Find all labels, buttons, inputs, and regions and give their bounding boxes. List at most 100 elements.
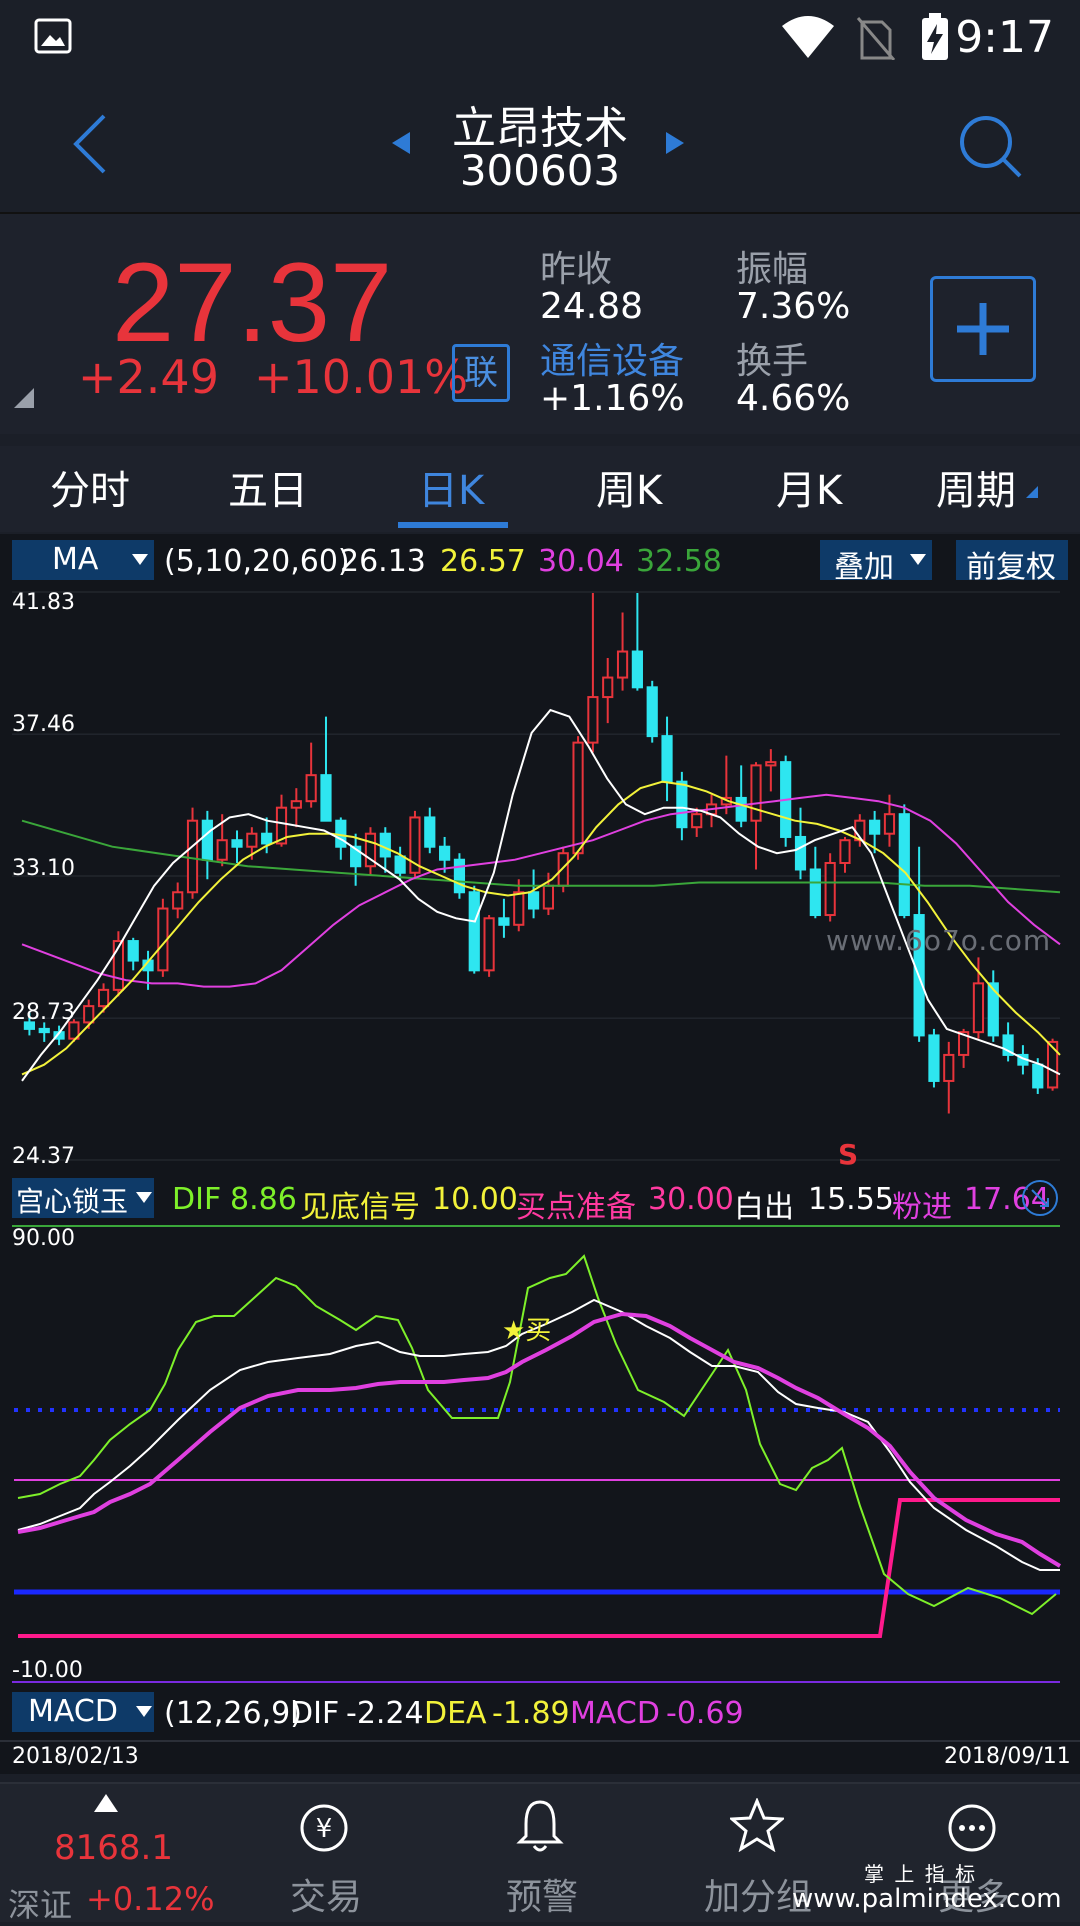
candle bbox=[839, 836, 851, 873]
tab-daily-k[interactable]: 日K bbox=[418, 458, 484, 516]
candle-body bbox=[172, 891, 184, 910]
price-axis-max: 41.83 bbox=[12, 590, 75, 615]
amplitude-label: 振幅 bbox=[736, 249, 809, 290]
chevron-down-icon bbox=[910, 554, 926, 565]
macd-dif-label: DIF bbox=[290, 1696, 340, 1731]
candle-body bbox=[676, 780, 688, 829]
candle bbox=[290, 788, 302, 828]
price-axis-t4: 28.73 bbox=[12, 1000, 75, 1025]
candle-body bbox=[468, 891, 480, 972]
candle bbox=[468, 885, 480, 974]
tab-weekly-k[interactable]: 周K bbox=[596, 458, 662, 516]
candle bbox=[394, 846, 406, 880]
price-axis-min: 24.37 bbox=[12, 1144, 75, 1169]
battery-charging-icon bbox=[922, 13, 948, 60]
tab-monthly-k[interactable]: 月K bbox=[776, 458, 842, 516]
status-bar: 9:17 bbox=[0, 0, 1080, 80]
period-dropdown-icon bbox=[1026, 486, 1038, 498]
candle-body bbox=[424, 816, 436, 848]
indicator-selector[interactable]: 宫心锁玉 bbox=[12, 1178, 154, 1218]
candle-body bbox=[201, 819, 213, 861]
adjust-button[interactable]: 前复权 bbox=[956, 540, 1068, 585]
overlay-label: 叠加 bbox=[834, 550, 894, 585]
expand-icon[interactable] bbox=[1020, 1178, 1060, 1218]
candle-body bbox=[691, 813, 703, 829]
nav-trade[interactable]: ¥ 交易 bbox=[260, 1784, 388, 1920]
overlay-button[interactable]: 叠加 bbox=[820, 540, 932, 585]
ind-bottom-label: 见底信号 bbox=[300, 1190, 420, 1225]
candle-body bbox=[1046, 1040, 1059, 1089]
candle-body bbox=[735, 796, 747, 822]
more-icon bbox=[948, 1804, 996, 1852]
candle bbox=[513, 879, 525, 932]
bell-icon bbox=[516, 1800, 564, 1852]
candle-body bbox=[513, 891, 525, 926]
candle-body bbox=[97, 988, 110, 1008]
indicator-selector-label: 宫心锁玉 bbox=[16, 1185, 129, 1218]
turnover-label: 换手 bbox=[736, 341, 809, 382]
add-watchlist-button[interactable] bbox=[930, 276, 1036, 382]
macd-dea-value: -1.89 bbox=[492, 1696, 570, 1731]
candle-body bbox=[527, 891, 540, 910]
indicator-chart[interactable] bbox=[0, 1222, 1080, 1684]
candle-body bbox=[498, 917, 510, 926]
prev-close-label: 昨收 bbox=[540, 249, 613, 290]
macd-selector[interactable]: MACD bbox=[12, 1692, 154, 1732]
star-icon bbox=[730, 1798, 784, 1852]
candle bbox=[350, 833, 362, 886]
ma60-value: 32.58 bbox=[636, 544, 722, 579]
next-stock-icon[interactable] bbox=[664, 130, 686, 156]
nav-index[interactable]: 8168.1 深证 +0.12% bbox=[0, 1784, 216, 1924]
date-end: 2018/09/11 bbox=[944, 1744, 1071, 1769]
candle-body bbox=[305, 774, 317, 803]
ma10-value: 26.57 bbox=[440, 544, 526, 579]
candle-body bbox=[987, 982, 999, 1037]
candle-body bbox=[439, 845, 451, 861]
candle bbox=[527, 869, 540, 919]
tab-intraday[interactable]: 分时 bbox=[50, 458, 130, 516]
ma-params: (5,10,20,60) bbox=[164, 544, 350, 579]
candle-body bbox=[1032, 1063, 1044, 1089]
sector-link[interactable]: 通信设备 bbox=[540, 332, 684, 384]
candle bbox=[186, 807, 199, 899]
candle bbox=[646, 680, 658, 743]
index-change: +0.12% bbox=[86, 1880, 215, 1918]
search-icon[interactable] bbox=[956, 112, 1024, 180]
ind-dif-value: 8.86 bbox=[230, 1182, 297, 1217]
candle-body bbox=[631, 650, 643, 689]
tab-five-day[interactable]: 五日 bbox=[228, 458, 308, 516]
candlestick-chart[interactable] bbox=[0, 586, 1080, 1170]
wifi-icon bbox=[782, 16, 834, 58]
candle-body bbox=[542, 884, 555, 910]
candle-body bbox=[943, 1053, 955, 1082]
svg-text:¥: ¥ bbox=[316, 1814, 333, 1844]
ind-white-out-value: 15.55 bbox=[808, 1182, 894, 1217]
candle bbox=[424, 807, 436, 854]
buy-signal-marker: ★买 bbox=[502, 1316, 552, 1346]
macd-dea-label: DEA bbox=[424, 1696, 487, 1731]
ma-selector[interactable]: MA bbox=[12, 540, 154, 580]
tab-period[interactable]: 周期 bbox=[936, 458, 1016, 516]
candle bbox=[572, 736, 584, 860]
candle bbox=[987, 970, 999, 1042]
amplitude-value: 7.36% bbox=[736, 286, 851, 327]
candle bbox=[231, 830, 243, 863]
candle bbox=[898, 804, 910, 919]
candle-body bbox=[587, 696, 599, 744]
candle-body bbox=[127, 940, 139, 962]
candle-body bbox=[750, 764, 762, 822]
candle-body bbox=[661, 735, 673, 783]
candle bbox=[928, 1028, 940, 1088]
nav-alert[interactable]: 预警 bbox=[476, 1784, 604, 1920]
candle bbox=[720, 755, 732, 815]
linked-button[interactable]: 联 bbox=[452, 344, 510, 402]
ind-buy-prep-value: 30.00 bbox=[648, 1182, 734, 1217]
candle bbox=[676, 771, 688, 841]
candle bbox=[616, 612, 629, 691]
stock-code: 300603 bbox=[459, 146, 621, 195]
ind-buy-prep-label: 买点准备 bbox=[516, 1190, 636, 1225]
trade-icon: ¥ bbox=[300, 1804, 348, 1852]
candle bbox=[97, 983, 110, 1013]
nav-trade-label: 交易 bbox=[290, 1877, 363, 1918]
candle-body bbox=[261, 832, 273, 845]
